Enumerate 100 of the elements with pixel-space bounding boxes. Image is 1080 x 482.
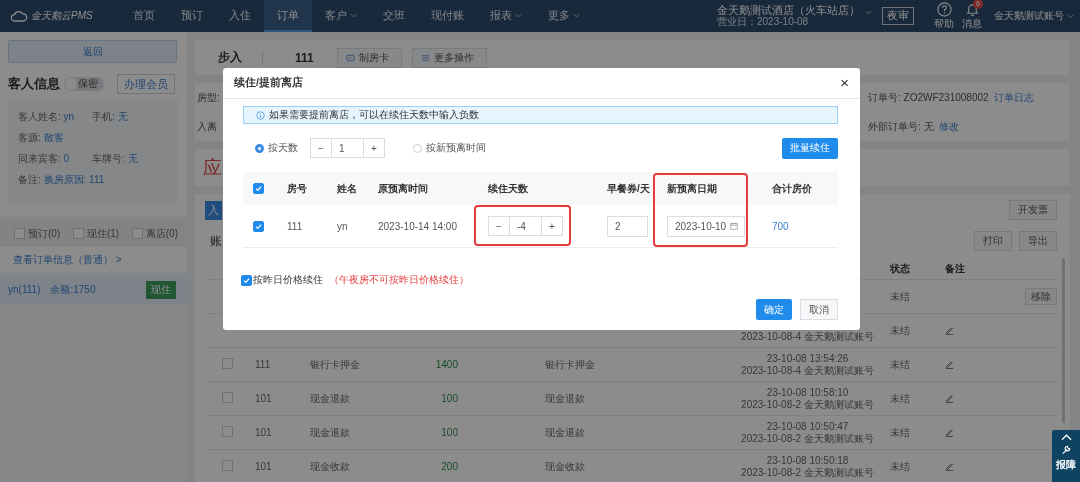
room-type-label: 房型:: [197, 90, 220, 105]
status-tag: 现住: [146, 280, 176, 299]
guest-field: 客源: 散客: [18, 130, 178, 145]
room-list-item[interactable]: yn(111) 余额:1750 现住: [0, 275, 186, 304]
report-widget[interactable]: 报障: [1052, 430, 1080, 482]
days-stepper[interactable]: − 1 +: [310, 138, 385, 158]
help-label[interactable]: 帮助: [934, 16, 954, 31]
amount-title: 应: [203, 155, 222, 180]
stay-period-label: 入离: [197, 119, 218, 134]
order-log-link[interactable]: 订单日志: [993, 90, 1034, 105]
night-audit-button[interactable]: 夜审: [882, 7, 914, 25]
caret-icon[interactable]: [1067, 13, 1074, 19]
date-picker[interactable]: 2023-10-10: [667, 215, 745, 237]
nav-tab[interactable]: 交班: [370, 0, 418, 32]
filter-checkbox[interactable]: 现住(1): [72, 226, 120, 241]
radio-option[interactable]: 按天数: [255, 141, 298, 155]
nav-tab[interactable]: 报表: [477, 0, 535, 32]
close-button[interactable]: ×: [837, 75, 852, 91]
caret-icon[interactable]: [350, 12, 357, 18]
pencil-icon[interactable]: [945, 360, 954, 369]
account-menu[interactable]: 金天鹅测试账号: [994, 9, 1064, 23]
toolbar-button[interactable]: 打印: [974, 231, 1012, 251]
table-cell: 银行卡押金: [545, 358, 595, 370]
row-checkbox[interactable]: [222, 426, 233, 437]
table-cell: 现金退款: [310, 392, 350, 404]
remove-button[interactable]: 移除: [1025, 288, 1057, 305]
days-stepper[interactable]: − -4 +: [488, 216, 563, 236]
confirm-button[interactable]: 确定: [756, 299, 792, 320]
total-price-link[interactable]: 700: [772, 220, 789, 232]
column-header: 姓名: [336, 181, 358, 196]
table-cell: 2023-10-08-2 金天鹅测试账号: [741, 432, 874, 445]
back-button[interactable]: 返回: [8, 40, 177, 63]
invoice-button[interactable]: 开发票: [1009, 200, 1057, 220]
column-header: 状态: [888, 261, 911, 276]
messages-label[interactable]: 消息: [962, 16, 982, 31]
table-cell: 未结: [890, 426, 910, 438]
toolbar-button[interactable]: 更多操作: [411, 47, 487, 68]
nav-tab[interactable]: 客户: [312, 0, 370, 32]
pencil-icon[interactable]: [945, 462, 954, 471]
row-checkbox[interactable]: [253, 220, 264, 232]
row-checkbox[interactable]: [222, 460, 233, 471]
table-cell: 200: [441, 461, 458, 472]
nav-tab[interactable]: 更多: [535, 0, 593, 32]
pencil-icon[interactable]: [945, 326, 954, 335]
chevron-up-icon[interactable]: [1060, 434, 1072, 441]
batch-extend-button[interactable]: 批量续住: [782, 137, 838, 159]
membership-button[interactable]: 办理会员: [117, 74, 175, 94]
nav-tab[interactable]: 预订: [168, 0, 216, 32]
checkbox[interactable]: [241, 274, 252, 286]
edit-link[interactable]: 修改: [938, 119, 959, 134]
table-cell: 未结: [890, 324, 910, 336]
external-order-number: 外部订单号: 无: [868, 119, 934, 134]
wrench-icon[interactable]: [1060, 444, 1072, 455]
table-cell: 111: [255, 359, 271, 370]
table-cell: 2023-10-14 14:00: [378, 220, 457, 232]
guest-field: 手机: 无: [92, 109, 178, 124]
filter-checkbox[interactable]: 离店(0): [131, 226, 178, 241]
help-icon[interactable]: [936, 1, 952, 17]
breakfast-input[interactable]: 2: [607, 215, 648, 237]
table-cell: 101: [255, 393, 272, 404]
table-cell: 101: [255, 427, 272, 438]
guest-field: 车牌号: 无: [92, 151, 178, 166]
guest-field: 客人姓名: yn: [18, 109, 92, 124]
checkbox-label[interactable]: 按昨日价格续住: [253, 273, 323, 287]
select-all-checkbox[interactable]: [253, 183, 264, 195]
report-issue-label[interactable]: 报障: [1056, 458, 1076, 472]
nav-tab[interactable]: 首页: [120, 0, 168, 32]
nav-tab[interactable]: 订单: [264, 0, 312, 32]
radio-option[interactable]: 按新预离时间: [413, 141, 486, 155]
row-checkbox[interactable]: [222, 358, 233, 369]
caret-icon[interactable]: [573, 12, 580, 18]
caret-icon[interactable]: [515, 12, 522, 18]
calendar-icon[interactable]: [730, 222, 739, 230]
privacy-toggle[interactable]: 保密: [64, 77, 104, 91]
cloud-logo-icon: [10, 10, 28, 22]
pencil-icon[interactable]: [945, 428, 954, 437]
row-checkbox[interactable]: [222, 392, 233, 403]
pencil-icon[interactable]: [945, 394, 954, 403]
nav-tab[interactable]: 现付账: [418, 0, 477, 32]
caret-icon[interactable]: [865, 9, 872, 15]
guest-field: 同来宾客: 0: [18, 151, 92, 166]
card-icon[interactable]: [345, 53, 355, 62]
table-cell: 现金退款: [310, 426, 350, 438]
nav-tab[interactable]: 入住: [216, 0, 264, 32]
table-cell: 银行卡押金: [310, 358, 360, 370]
column-header: 原预离时间: [377, 181, 429, 196]
filter-checkbox[interactable]: 预订(0): [14, 226, 61, 241]
guest-field: 备注: 换房原因: 111: [18, 172, 178, 187]
table-cell: yn: [337, 220, 348, 232]
hotel-name[interactable]: 金天鹅测试酒店（火车站店）: [717, 4, 860, 16]
list-icon[interactable]: [420, 53, 430, 62]
primary-button[interactable]: 入: [205, 200, 222, 220]
toolbar-button[interactable]: 导出: [1019, 231, 1057, 251]
cancel-button[interactable]: 取消: [800, 299, 838, 320]
room-balance: 余额:1750: [50, 282, 96, 297]
dialog-title: 续住/提前离店: [234, 76, 303, 90]
bell-icon[interactable]: [964, 1, 980, 17]
toolbar-button[interactable]: 制房卡: [336, 47, 402, 68]
column-header: 备注: [944, 261, 966, 276]
column-header: 早餐券/天: [606, 181, 651, 196]
